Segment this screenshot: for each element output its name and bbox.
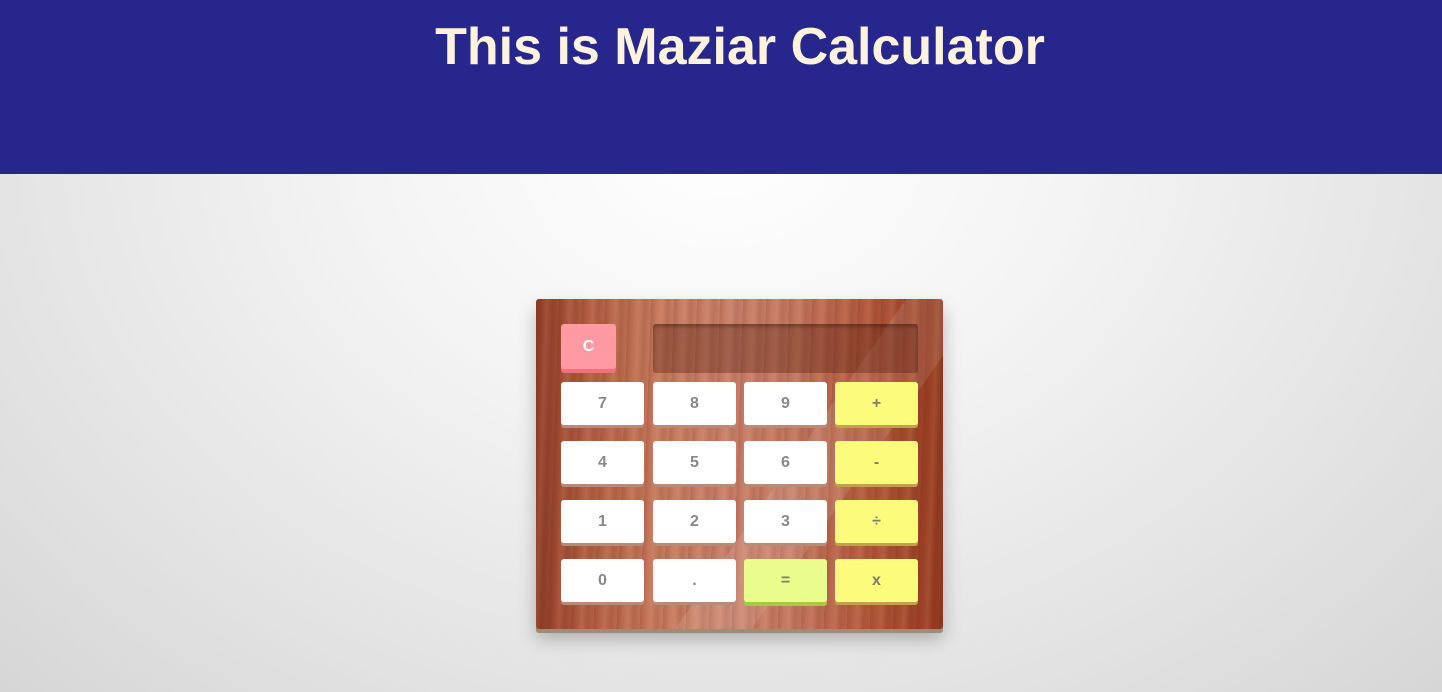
page-title: This is Maziar Calculator (435, 18, 1045, 76)
key-3[interactable]: 3 (744, 500, 827, 543)
key-1[interactable]: 1 (561, 500, 644, 543)
calculator-display (653, 324, 918, 373)
key-8[interactable]: 8 (653, 382, 736, 425)
subtract-button[interactable]: - (835, 441, 918, 484)
multiply-button[interactable]: x (835, 559, 918, 602)
clear-button[interactable]: C (561, 324, 616, 369)
key-4[interactable]: 4 (561, 441, 644, 484)
key-6[interactable]: 6 (744, 441, 827, 484)
page-header: This is Maziar Calculator (0, 0, 1442, 174)
equals-button[interactable]: = (744, 559, 827, 602)
key-9[interactable]: 9 (744, 382, 827, 425)
divide-button[interactable]: ÷ (835, 500, 918, 543)
key-7[interactable]: 7 (561, 382, 644, 425)
calculator: C 7 8 9 + 4 5 6 - 1 2 3 ÷ 0 . = x (536, 299, 943, 629)
key-5[interactable]: 5 (653, 441, 736, 484)
key-0[interactable]: 0 (561, 559, 644, 602)
add-button[interactable]: + (835, 382, 918, 425)
decimal-button[interactable]: . (653, 559, 736, 602)
key-2[interactable]: 2 (653, 500, 736, 543)
